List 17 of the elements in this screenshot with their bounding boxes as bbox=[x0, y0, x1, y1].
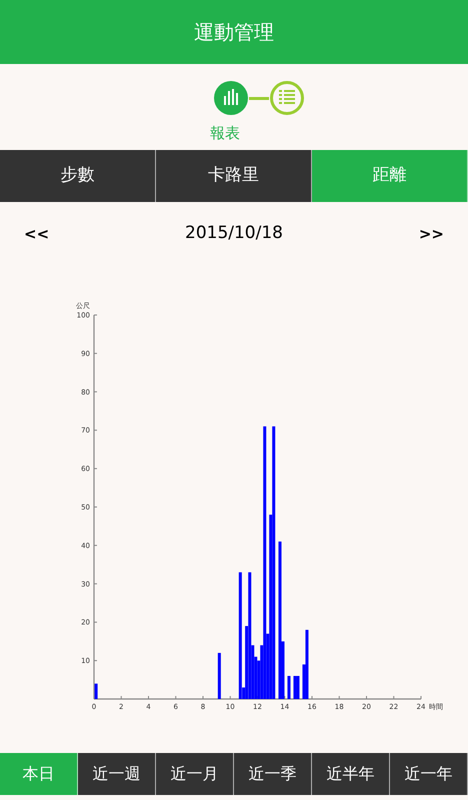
header-title: 運動管理 bbox=[194, 19, 274, 46]
bar bbox=[94, 684, 98, 699]
next-day-button[interactable]: >> bbox=[418, 222, 444, 246]
previous-day-button[interactable]: << bbox=[24, 222, 50, 246]
range-tab[interactable]: 近半年 bbox=[312, 753, 390, 795]
metric-tab[interactable]: 卡路里 bbox=[156, 150, 312, 202]
view-label: 報表 bbox=[210, 123, 240, 144]
list-icon[interactable] bbox=[269, 80, 305, 116]
metric-tab[interactable]: 步數 bbox=[0, 150, 156, 202]
bar-chart-icon[interactable] bbox=[213, 80, 249, 116]
bar bbox=[287, 676, 290, 699]
range-tab[interactable]: 近一季 bbox=[234, 753, 312, 795]
range-tab[interactable]: 近一週 bbox=[78, 753, 156, 795]
date-label: 2015/10/18 bbox=[185, 222, 283, 246]
range-tab[interactable]: 近一年 bbox=[390, 753, 468, 795]
bar bbox=[218, 652, 221, 699]
range-tab[interactable]: 近一月 bbox=[156, 753, 234, 795]
